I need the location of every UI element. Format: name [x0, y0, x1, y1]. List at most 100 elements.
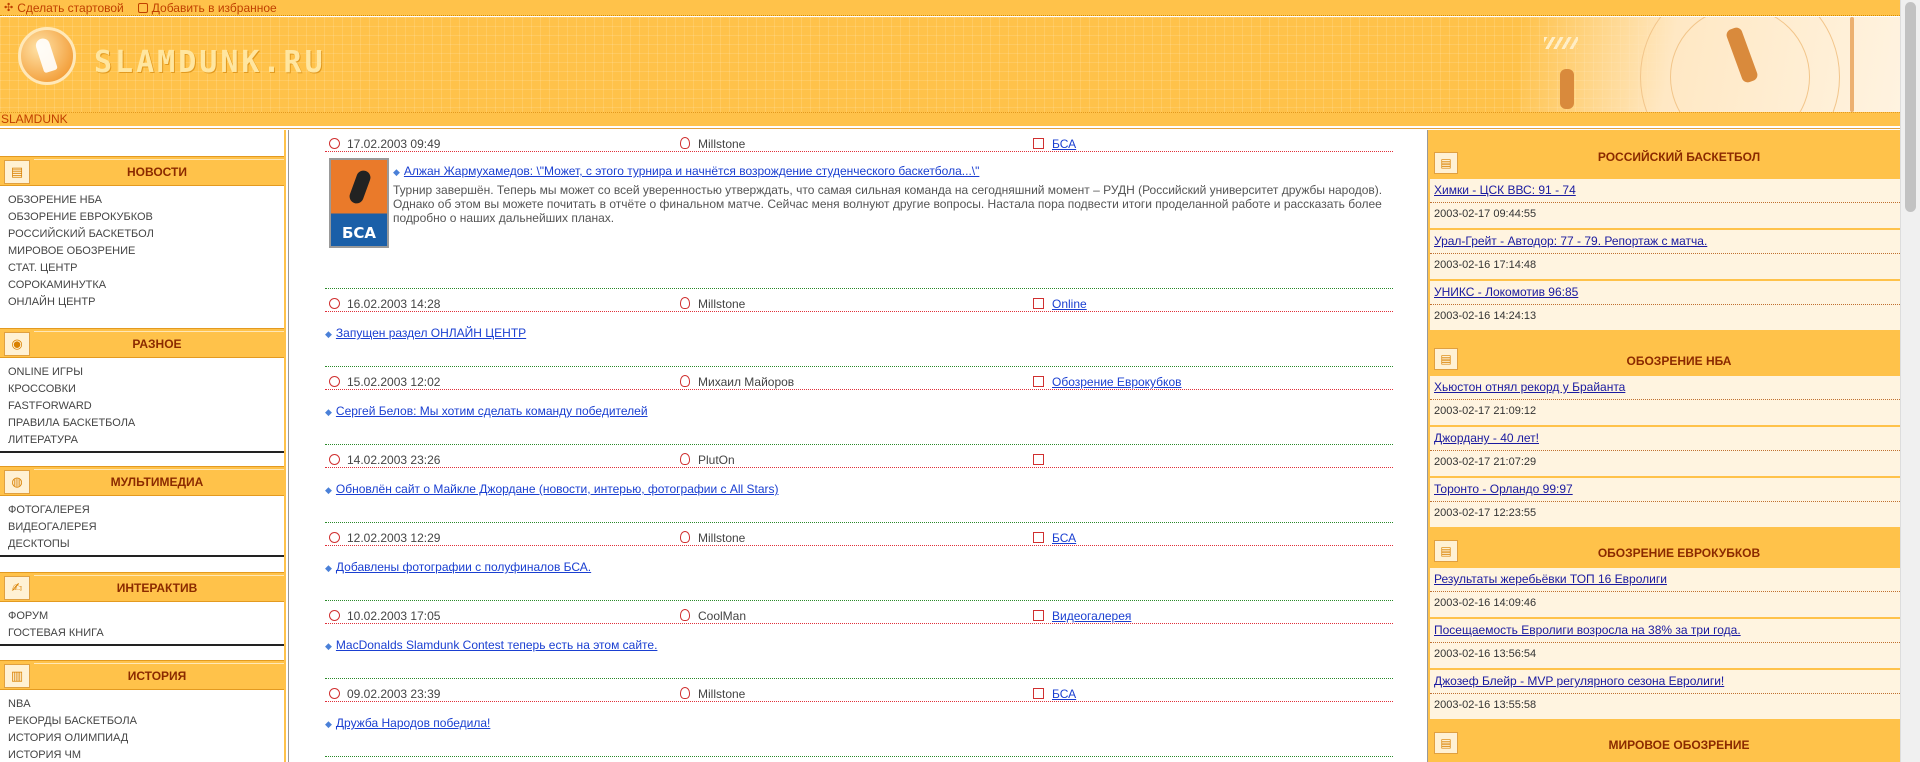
menu-item[interactable]: ГОСТЕВАЯ КНИГА	[8, 625, 284, 642]
menu-item[interactable]: МИРОВОЕ ОБОЗРЕНИЕ	[8, 243, 284, 260]
right-news-date: 2003-02-16 13:56:54	[1430, 643, 1900, 670]
right-news-link[interactable]: Химки - ЦСК ВВС: 91 - 74	[1430, 179, 1900, 203]
news-feed: 17.02.2003 09:49 Millstone БСА БСА ◆ Алжа…	[288, 130, 1428, 762]
menu-item[interactable]: РЕКОРДЫ БАСКЕТБОЛА	[8, 713, 284, 730]
right-section-nba: ▤ ОБОЗРЕНИЕ НБА Хьюстон отнял рекорд у Б…	[1428, 344, 1900, 529]
right-section-eurocups: ▤ ОБОЗРЕНИЕ ЕВРОКУБКОВ Результаты жеребь…	[1428, 536, 1900, 721]
right-news-item: Химки - ЦСК ВВС: 91 - 74 2003-02-17 09:4…	[1430, 179, 1900, 230]
right-news-link[interactable]: УНИКС - Локомотив 96:85	[1430, 281, 1900, 305]
menu-item[interactable]: ONLINE ИГРЫ	[8, 364, 284, 381]
make-homepage-link[interactable]: ✣ Сделать стартовой	[4, 1, 124, 15]
menu-item[interactable]: ПРАВИЛА БАСКЕТБОЛА	[8, 415, 284, 432]
menu-item[interactable]: FASTFORWARD	[8, 398, 284, 415]
menu-item[interactable]: ФОРУМ	[8, 608, 284, 625]
menu-section-history: ▥ ИСТОРИЯ NBA РЕКОРДЫ БАСКЕТБОЛА ИСТОРИЯ…	[0, 660, 284, 762]
news-category-link[interactable]: Видеогалерея	[1052, 609, 1131, 623]
right-news-date: 2003-02-16 17:14:48	[1430, 254, 1900, 281]
category-icon	[1033, 688, 1044, 699]
newspaper-icon: ▤	[1434, 348, 1458, 370]
newspaper-icon: ▤	[4, 160, 30, 184]
category-icon	[1033, 532, 1044, 543]
news-date: 12.02.2003 12:29	[347, 531, 441, 545]
menu-item[interactable]: СОРОКАМИНУТКА	[8, 277, 284, 294]
news-title-link[interactable]: Запущен раздел ОНЛАЙН ЦЕНТР	[336, 326, 526, 340]
scrollbar-thumb[interactable]	[1905, 2, 1916, 212]
right-news-link[interactable]: Хьюстон отнял рекорд у Брайанта	[1430, 376, 1900, 400]
right-section-title: ОБОЗРЕНИЕ НБА	[1626, 354, 1732, 368]
menu-item[interactable]: ОНЛАЙН ЦЕНТР	[8, 294, 284, 311]
category-icon	[1033, 138, 1044, 149]
right-news-item: Джордану - 40 лет! 2003-02-17 21:07:29	[1430, 427, 1900, 478]
news-title-link[interactable]: Сергей Белов: Мы хотим сделать команду п…	[336, 404, 648, 418]
menu-section-title: НОВОСТИ	[126, 165, 188, 179]
right-news-item: УНИКС - Локомотив 96:85 2003-02-16 14:24…	[1430, 281, 1900, 332]
menu-section-interactive: ✍ ИНТЕРАКТИВ ФОРУМ ГОСТЕВАЯ КНИГА	[0, 572, 284, 646]
menu-item[interactable]: ЛИТЕРАТУРА	[8, 432, 284, 449]
bookmark-icon	[137, 2, 148, 13]
clock-icon	[329, 138, 340, 149]
right-news-link[interactable]: Джозеф Блейр - MVP регулярного сезона Ев…	[1430, 670, 1900, 694]
newspaper-icon: ▤	[1434, 732, 1458, 754]
category-icon	[1033, 376, 1044, 387]
news-author: Millstone	[698, 531, 746, 545]
make-homepage-label: Сделать стартовой	[17, 0, 124, 15]
right-news-link[interactable]: Урал-Грейт - Автодор: 77 - 79. Репортаж …	[1430, 230, 1900, 254]
diamond-icon: ◆	[325, 408, 332, 418]
site-logo-text[interactable]: SLAMDUNK.RU	[94, 45, 326, 80]
menu-item[interactable]: ИСТОРИЯ ОЛИМПИАД	[8, 730, 284, 747]
menu-item[interactable]: ВИДЕОГАЛЕРЕЯ	[8, 519, 284, 536]
site-header: SLAMDUNK.RU	[0, 17, 1900, 112]
menu-item[interactable]: ДЕСКТОПЫ	[8, 536, 284, 553]
right-news-date: 2003-02-16 14:24:13	[1430, 305, 1900, 332]
news-category-link[interactable]: БСА	[1052, 687, 1076, 701]
news-title-link[interactable]: Обновлён сайт о Майкле Джордане (новости…	[336, 482, 779, 496]
top-bar: ✣ Сделать стартовой Добавить в избранное	[0, 0, 1900, 16]
right-news-date: 2003-02-16 14:09:46	[1430, 592, 1900, 619]
menu-section-title: МУЛЬТИМЕДИА	[110, 475, 204, 489]
right-news-link[interactable]: Результаты жеребьёвки ТОП 16 Евролиги	[1430, 568, 1900, 592]
add-favorite-label: Добавить в избранное	[151, 0, 277, 15]
right-section-world: ▤ МИРОВОЕ ОБОЗРЕНИЕ	[1428, 728, 1900, 762]
author-icon	[680, 297, 690, 309]
menu-item[interactable]: ОБЗОРЕНИЕ ЕВРОКУБКОВ	[8, 209, 284, 226]
menu-section-title: ИНТЕРАКТИВ	[116, 581, 198, 595]
newspaper-icon: ▤	[1434, 540, 1458, 562]
right-news-link[interactable]: Посещаемость Евролиги возросла на 38% за…	[1430, 619, 1900, 643]
menu-item[interactable]: ОБЗОРЕНИЕ НБА	[8, 192, 284, 209]
right-news-item: Джозеф Блейр - MVP регулярного сезона Ев…	[1430, 670, 1900, 721]
right-news-item: Результаты жеребьёвки ТОП 16 Евролиги 20…	[1430, 568, 1900, 619]
menu-item[interactable]: ФОТОГАЛЕРЕЯ	[8, 502, 284, 519]
news-title-link[interactable]: Дружба Народов победила!	[336, 716, 490, 730]
bsa-logo-image[interactable]: БСА	[329, 158, 389, 248]
news-title-link[interactable]: Добавлены фотографии с полуфиналов БСА.	[336, 560, 591, 574]
right-news-link[interactable]: Торонто - Орландо 99:97	[1430, 478, 1900, 502]
category-icon	[1033, 298, 1044, 309]
news-category-link[interactable]: БСА	[1052, 531, 1076, 545]
news-category-link[interactable]: БСА	[1052, 137, 1076, 151]
menu-item[interactable]: ИСТОРИЯ ЧМ	[8, 747, 284, 762]
basketball-logo-icon[interactable]	[18, 27, 76, 85]
menu-item[interactable]: КРОССОВКИ	[8, 381, 284, 398]
news-date: 10.02.2003 17:05	[347, 609, 441, 623]
add-favorite-link[interactable]: Добавить в избранное	[137, 0, 277, 15]
clock-icon	[329, 376, 340, 387]
news-title-link[interactable]: Алжан Жармухамедов: \"Может, с этого тур…	[404, 164, 979, 178]
news-date: 16.02.2003 14:28	[347, 297, 441, 311]
right-news-date: 2003-02-17 21:09:12	[1430, 400, 1900, 427]
news-category-link[interactable]: Online	[1052, 297, 1087, 311]
menu-section-news: ▤ НОВОСТИ ОБЗОРЕНИЕ НБА ОБЗОРЕНИЕ ЕВРОКУ…	[0, 156, 284, 311]
brand-label: SLAMDUNK	[1, 112, 68, 126]
menu-item[interactable]: NBA	[8, 696, 284, 713]
right-news-link[interactable]: Джордану - 40 лет!	[1430, 427, 1900, 451]
news-title-link[interactable]: MacDonalds Slamdunk Contest теперь есть …	[336, 638, 658, 652]
news-item: 17.02.2003 09:49 Millstone БСА БСА ◆ Алжа…	[325, 130, 1393, 290]
news-category-link[interactable]: Обозрение Еврокубков	[1052, 375, 1182, 389]
menu-item[interactable]: СТАТ. ЦЕНТР	[8, 260, 284, 277]
news-item: 15.02.2003 12:02 Михаил Майоров Обозрени…	[325, 368, 1393, 446]
news-author: CoolMan	[698, 609, 747, 623]
menu-item[interactable]: РОССИЙСКИЙ БАСКЕТБОЛ	[8, 226, 284, 243]
page-scrollbar[interactable]	[1900, 0, 1920, 762]
news-item: 14.02.2003 23:26 PlutOn ◆ Обновлён сайт о…	[325, 446, 1393, 524]
news-text: Турнир завершён. Теперь мы может со всей…	[393, 183, 1383, 225]
clock-icon	[329, 532, 340, 543]
